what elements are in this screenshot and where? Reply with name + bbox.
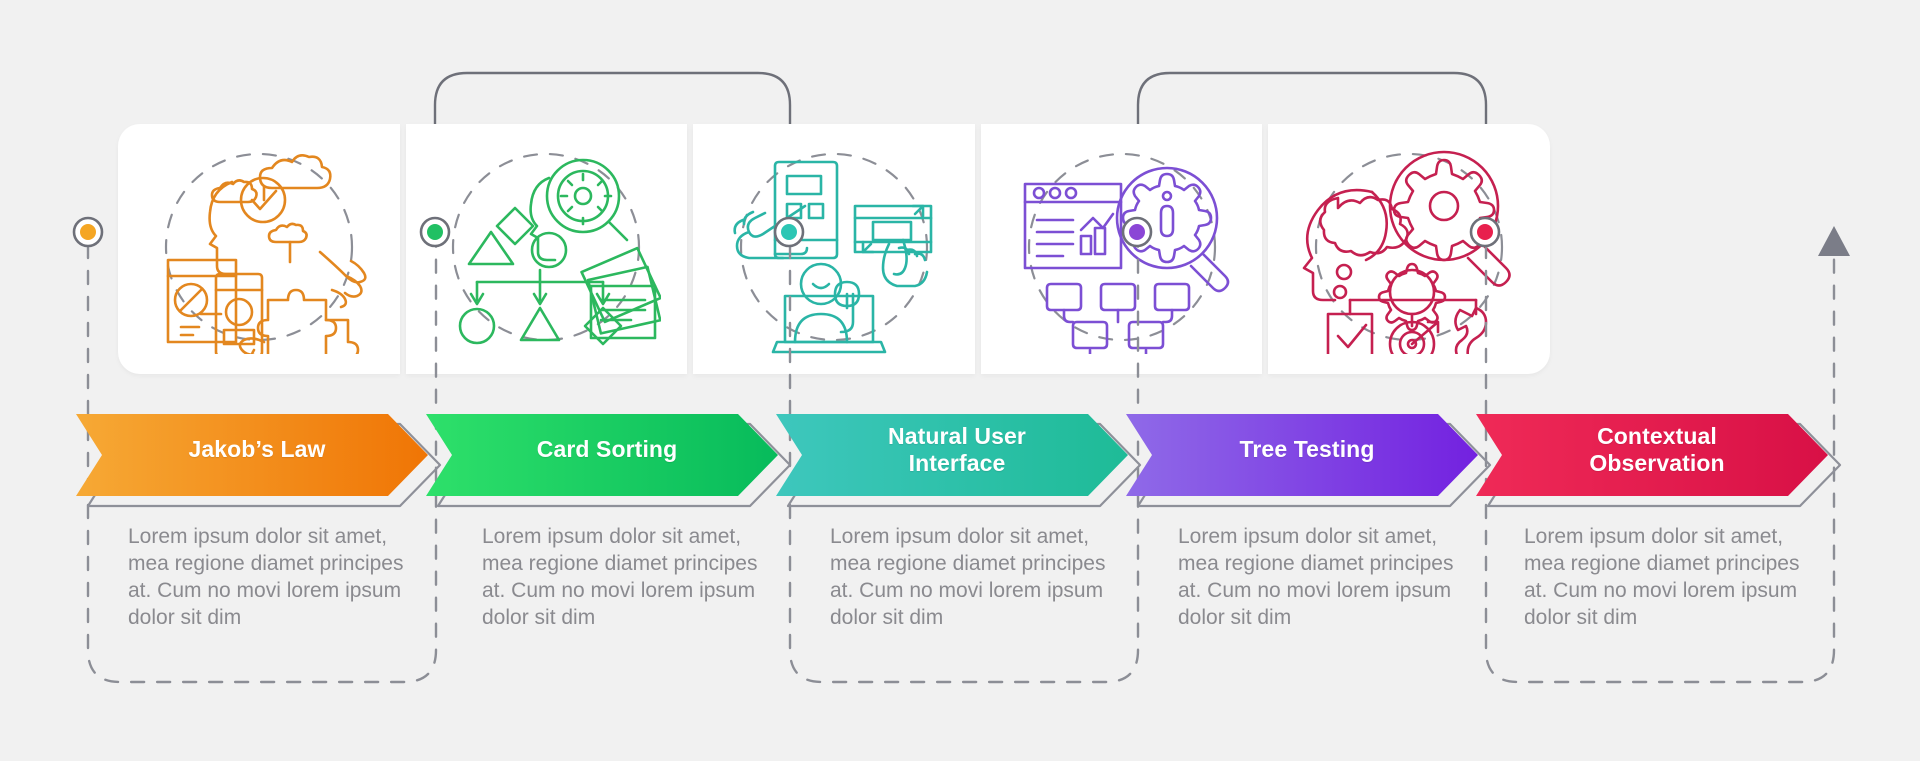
research-goal-icon bbox=[1302, 150, 1511, 354]
chevron-outlines-layer bbox=[86, 422, 1842, 508]
step-description-contextual-observation: Lorem ipsum dolor sit amet, mea regione … bbox=[1524, 525, 1800, 629]
card-sorting-shapes-icon bbox=[452, 152, 662, 346]
icon-card-tree-testing[interactable] bbox=[980, 124, 1263, 374]
step-label: Contextual Observation bbox=[1589, 422, 1725, 476]
icon-card-natural-user-interface[interactable] bbox=[693, 124, 975, 374]
step-banner-tree-testing[interactable]: Tree Testing bbox=[1126, 410, 1478, 490]
step-description-natural-user-interface: Lorem ipsum dolor sit amet, mea regione … bbox=[830, 525, 1106, 629]
step-label: Natural User Interface bbox=[888, 422, 1026, 476]
icon-card-contextual-observation[interactable] bbox=[1268, 124, 1550, 374]
icon-card-jakobs-law[interactable] bbox=[118, 124, 400, 374]
step-banners-layer bbox=[76, 414, 1828, 496]
icon-card-strip bbox=[118, 124, 1550, 374]
step-label: Jakob’s Law bbox=[188, 436, 326, 463]
step-description-tree-testing: Lorem ipsum dolor sit amet, mea regione … bbox=[1178, 525, 1454, 629]
step-description-card-sorting: Lorem ipsum dolor sit amet, mea regione … bbox=[482, 525, 758, 629]
step-banner-labels: Jakob’s Law Card Sorting Natural User In… bbox=[76, 410, 1866, 502]
usability-puzzle-icon bbox=[164, 152, 367, 354]
infographic-canvas: Jakob’s Law Card Sorting Natural User In… bbox=[0, 0, 1920, 761]
step-description-jakobs-law: Lorem ipsum dolor sit amet, mea regione … bbox=[128, 525, 404, 629]
step-banner-card-sorting[interactable]: Card Sorting bbox=[426, 410, 778, 490]
connector-node-1 bbox=[72, 216, 104, 248]
step-label: Tree Testing bbox=[1239, 436, 1375, 463]
step-banner-contextual-observation[interactable]: Contextual Observation bbox=[1476, 410, 1828, 490]
connector-lines-layer bbox=[433, 71, 1488, 238]
dashed-guides-layer bbox=[72, 216, 1850, 684]
touch-gesture-icon bbox=[733, 152, 933, 354]
triangle-up-arrow-icon bbox=[1818, 226, 1850, 256]
site-hierarchy-analysis-icon bbox=[1023, 152, 1229, 354]
step-banner-jakobs-law[interactable]: Jakob’s Law bbox=[76, 410, 428, 490]
icon-card-card-sorting[interactable] bbox=[405, 124, 688, 374]
step-label: Card Sorting bbox=[536, 436, 678, 463]
step-banner-natural-user-interface[interactable]: Natural User Interface bbox=[776, 410, 1128, 490]
